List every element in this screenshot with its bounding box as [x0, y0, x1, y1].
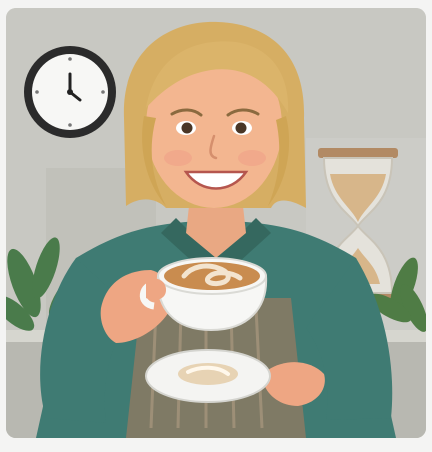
illustration-card [6, 8, 426, 438]
saucer [145, 349, 271, 403]
barista-illustration [6, 8, 426, 438]
image-frame [0, 0, 432, 452]
wall-clock [24, 46, 116, 138]
